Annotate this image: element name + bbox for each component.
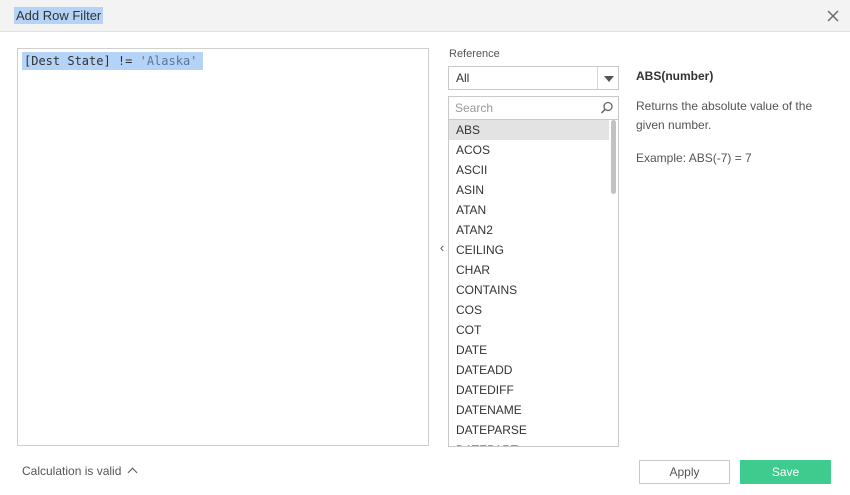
function-description: Returns the absolute value of the given … — [636, 99, 813, 132]
title-bar: Add Row Filter — [0, 0, 850, 32]
formula-operator: != — [110, 54, 140, 68]
search-input[interactable] — [453, 99, 597, 117]
function-list-item[interactable]: DATEPARSE — [449, 420, 609, 440]
search-icon[interactable] — [600, 101, 614, 115]
function-list[interactable]: ABS ACOS ASCII ASIN ATAN ATAN2 CEILING CHAR CONT… — [448, 120, 619, 447]
reference-label: Reference — [449, 48, 500, 60]
select-divider — [597, 67, 598, 89]
function-list-item[interactable]: DATE — [449, 340, 609, 360]
function-list-item[interactable]: ASIN — [449, 180, 609, 200]
function-list-item[interactable]: DATEDIFF — [449, 380, 609, 400]
category-select[interactable]: All — [448, 66, 619, 90]
function-list-item[interactable]: ATAN — [449, 200, 609, 220]
function-signature: ABS(number) — [636, 69, 714, 83]
function-search — [448, 96, 619, 120]
apply-button[interactable]: Apply — [639, 460, 730, 484]
dialog-title: Add Row Filter — [14, 7, 104, 24]
chevron-up-icon[interactable] — [127, 467, 138, 478]
function-list-item[interactable]: CHAR — [449, 260, 609, 280]
function-list-item[interactable]: DATEPART — [449, 440, 609, 446]
function-list-item[interactable]: COT — [449, 320, 609, 340]
collapse-reference-icon[interactable]: ‹ — [436, 240, 448, 256]
category-select-value: All — [456, 71, 470, 85]
chevron-down-icon[interactable] — [604, 76, 614, 82]
save-button[interactable]: Save — [740, 460, 831, 484]
function-list-item[interactable]: DATEADD — [449, 360, 609, 380]
scrollbar[interactable] — [609, 120, 618, 446]
function-list-item[interactable]: COS — [449, 300, 609, 320]
formula-text: [Dest State] != 'Alaska' — [22, 52, 204, 70]
function-example: Example: ABS(-7) = 7 — [636, 151, 752, 165]
function-list-item[interactable]: ACOS — [449, 140, 609, 160]
status-text: Calculation is valid — [22, 464, 122, 478]
formula-field: [Dest State] — [24, 54, 111, 68]
calculation-status[interactable]: Calculation is valid — [22, 464, 138, 478]
formula-editor[interactable]: [Dest State] != 'Alaska' — [17, 48, 429, 446]
function-list-item[interactable]: ABS — [449, 120, 609, 140]
function-list-item[interactable]: CEILING — [449, 240, 609, 260]
function-list-item[interactable]: ATAN2 — [449, 220, 609, 240]
function-list-item[interactable]: CONTAINS — [449, 280, 609, 300]
function-list-item[interactable]: ASCII — [449, 160, 609, 180]
close-icon[interactable] — [824, 7, 842, 25]
function-list-item[interactable]: DATENAME — [449, 400, 609, 420]
scrollbar-thumb[interactable] — [611, 120, 616, 194]
formula-string: 'Alaska' — [139, 54, 198, 68]
